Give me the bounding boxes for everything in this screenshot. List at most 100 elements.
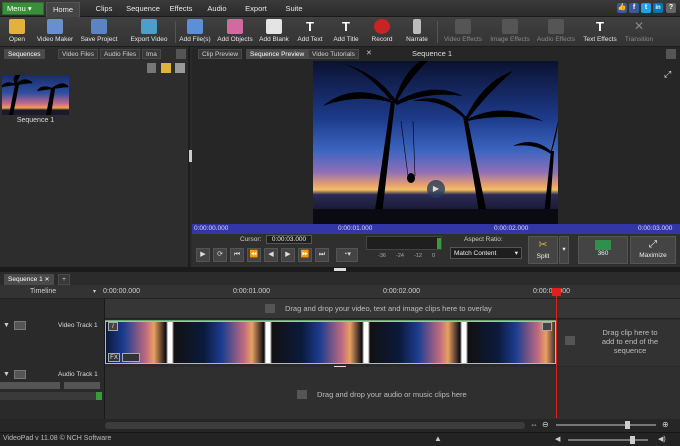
fullscreen-icon[interactable]: ⤢ (664, 69, 674, 79)
tab-audio[interactable]: Audio (204, 2, 230, 17)
toolbar-divider (175, 21, 176, 43)
expand-up-icon[interactable]: ▲ (434, 434, 442, 443)
video-track-icon[interactable] (14, 321, 26, 330)
facebook-icon[interactable]: f (629, 3, 639, 13)
panel-splitter[interactable] (189, 150, 192, 162)
tab-suite[interactable]: Suite (280, 2, 308, 17)
zoom-out-icon[interactable]: ⊖ (542, 420, 549, 429)
tab-video-tutorials[interactable]: Video Tutorials (308, 49, 359, 59)
step-back-button[interactable]: ◀ (264, 248, 278, 262)
tab-clips[interactable]: Clips (90, 2, 118, 17)
pan-slider[interactable] (64, 382, 100, 389)
add-title-button[interactable]: T Add Title (330, 18, 362, 46)
next-frame-button[interactable]: ⏩ (298, 248, 312, 262)
video-track[interactable]: / FX Drag clip here to add to end of the… (105, 320, 680, 366)
tab-clip-preview[interactable]: Clip Preview (198, 49, 243, 59)
tab-video-files[interactable]: Video Files (58, 49, 99, 59)
video-preview[interactable]: ▶ (313, 61, 558, 224)
help-icon[interactable]: ? (666, 3, 676, 13)
close-icon[interactable]: ✕ (366, 50, 374, 58)
split-button[interactable]: ✂ Split (528, 236, 558, 264)
play-button[interactable]: ▶ (196, 248, 210, 262)
tab-home[interactable]: Home (46, 2, 80, 17)
twitter-icon[interactable]: t (641, 3, 651, 13)
trash-icon[interactable] (147, 63, 156, 73)
play-overlay-icon[interactable]: ▶ (427, 180, 445, 198)
speaker-icon[interactable] (14, 370, 26, 379)
split-dropdown-button[interactable]: ▾ (559, 236, 569, 264)
undock-icon[interactable] (666, 49, 676, 59)
vr-label: 360 (597, 250, 609, 257)
folder-icon[interactable] (161, 63, 171, 73)
audio-track[interactable]: Drag and drop your audio or music clips … (105, 367, 680, 419)
add-text-button[interactable]: T Add Text (294, 18, 326, 46)
volume-icon[interactable]: ◀ (555, 435, 560, 443)
tab-export[interactable]: Export (240, 2, 272, 17)
tab-sequences[interactable]: Sequences (4, 49, 45, 59)
previous-frame-button[interactable]: ⏪ (247, 248, 261, 262)
chevron-down-icon[interactable]: ▾ (93, 288, 96, 295)
video-clip[interactable] (105, 321, 556, 364)
video-effects-button[interactable]: Video Effects (441, 18, 485, 46)
maximize-button[interactable]: ⤢ Maximize (630, 236, 676, 264)
audio-effects-button[interactable]: Audio Effects (535, 18, 577, 46)
timeline-scrollbar[interactable]: ⇔ ⊖ ⊕ (0, 419, 680, 432)
aspect-ratio-select[interactable]: Match Content ▾ (450, 247, 522, 259)
zoom-in-icon[interactable]: ⊕ (662, 420, 669, 429)
close-icon[interactable]: ✕ (45, 277, 50, 283)
image-effects-button[interactable]: Image Effects (487, 18, 533, 46)
like-icon[interactable]: 👍 (617, 3, 627, 13)
speed-dial-button[interactable]: ◔▾ (336, 248, 358, 262)
add-blank-button[interactable]: Add Blank (257, 18, 291, 46)
add-objects-button[interactable]: Add Objects (215, 18, 255, 46)
text-effects-button[interactable]: T Text Effects (580, 18, 620, 46)
go-to-start-button[interactable]: ⏮ (230, 248, 244, 262)
step-forward-button[interactable]: ▶ (281, 248, 295, 262)
menu-button[interactable]: Menu ▾ (2, 2, 44, 15)
linkedin-icon[interactable]: in (653, 3, 663, 13)
sequence-thumbnail[interactable] (2, 75, 69, 115)
video-maker-icon (47, 19, 63, 34)
vr-360-button[interactable]: 360 (578, 236, 628, 264)
video-maker-button[interactable]: Video Maker (34, 18, 76, 46)
fx-button[interactable]: FX (108, 353, 120, 362)
zoom-slider-thumb[interactable] (625, 421, 630, 429)
zoom-fit-icon[interactable]: ⇔ (530, 420, 538, 429)
audio-track-collapse-icon[interactable]: ▼ (3, 371, 10, 378)
playhead-handle[interactable] (552, 288, 561, 296)
scrollbar-track[interactable] (105, 422, 525, 429)
export-video-button[interactable]: Export Video (126, 18, 172, 46)
master-volume-slider[interactable] (568, 439, 648, 441)
record-button[interactable]: Record (368, 18, 396, 46)
tab-audio-files[interactable]: Audio Files (100, 49, 141, 59)
time-label: 0:00:01.000 (338, 225, 373, 232)
video-track-collapse-icon[interactable]: ▼ (3, 322, 10, 329)
tab-effects[interactable]: Effects (166, 2, 196, 17)
clip-audio-icon[interactable] (122, 353, 140, 362)
preview-timebar[interactable]: 0:00:00.000 0:00:01.000 0:00:02.000 0:00… (192, 224, 680, 234)
playhead[interactable] (552, 288, 561, 418)
zoom-slider[interactable] (556, 424, 656, 426)
tab-sequence[interactable]: Sequence (124, 2, 162, 17)
cursor-time-field[interactable]: 0:00:03.000 (266, 235, 312, 244)
go-to-end-button[interactable]: ⏭ (315, 248, 329, 262)
add-files-button[interactable]: Add File(s) (177, 18, 213, 46)
overlay-track[interactable]: Drag and drop your video, text and image… (105, 299, 680, 319)
list-view-icon[interactable] (175, 63, 185, 73)
transition-button[interactable]: ✕ Transition (622, 18, 656, 46)
open-button[interactable]: Open (2, 18, 32, 46)
volume-slider[interactable] (0, 382, 60, 389)
undock-icon[interactable] (176, 49, 186, 59)
tab-images[interactable]: Ima (142, 49, 161, 59)
save-project-button[interactable]: Save Project (78, 18, 120, 46)
transition-icon[interactable] (542, 322, 552, 331)
tab-sequence-1[interactable]: Sequence 1 ✕ (4, 274, 54, 285)
add-sequence-button[interactable]: + (58, 274, 70, 285)
timeline-ruler[interactable]: Timeline ▾ 0:00:00.000 0:00:01.000 0:00:… (0, 285, 680, 299)
tab-sequence-preview[interactable]: Sequence Preview (246, 49, 309, 59)
edit-icon[interactable]: / (108, 322, 118, 331)
narrate-button[interactable]: Narrate (402, 18, 432, 46)
loop-button[interactable]: ⟳ (213, 248, 227, 262)
master-volume-thumb[interactable] (630, 436, 635, 444)
speaker-icon[interactable]: ◀) (658, 435, 666, 443)
